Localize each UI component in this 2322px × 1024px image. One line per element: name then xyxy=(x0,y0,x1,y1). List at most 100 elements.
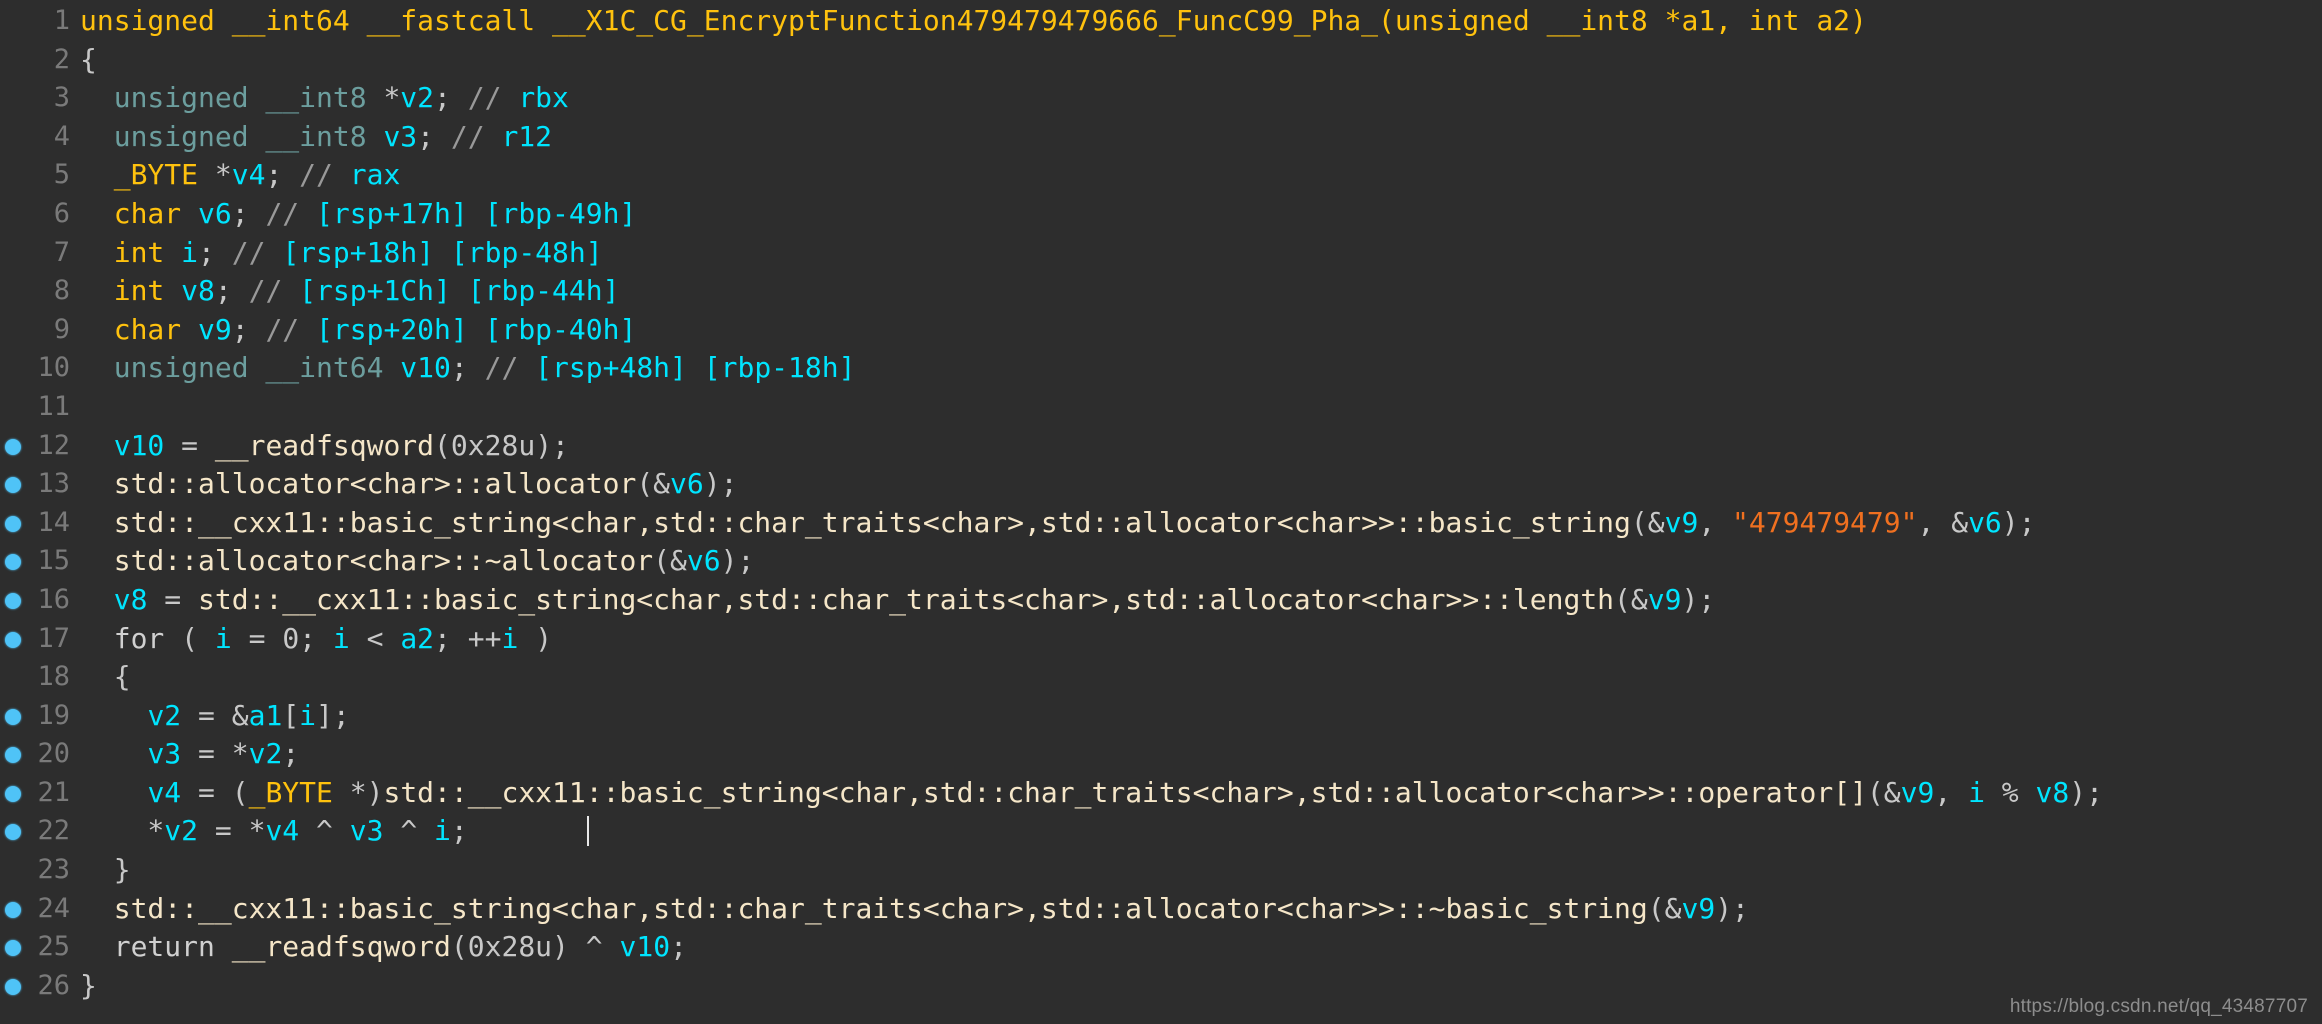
code-line[interactable]: 9 char v9; // [rsp+20h] [rbp-40h] xyxy=(0,311,2322,350)
breakpoint-gutter[interactable] xyxy=(0,735,26,774)
code-line[interactable]: 12 v10 = __readfsqword(0x28u); xyxy=(0,427,2322,466)
code-text[interactable]: std::allocator<char>::~allocator(&v6); xyxy=(70,542,2322,581)
breakpoint-dot-icon[interactable] xyxy=(5,554,21,571)
breakpoint-dot-icon[interactable] xyxy=(5,438,21,455)
code-text[interactable]: _BYTE *v4; // rax xyxy=(70,156,2322,195)
breakpoint-gutter[interactable] xyxy=(0,812,26,851)
breakpoint-gutter[interactable] xyxy=(0,620,26,659)
code-line[interactable]: 21 v4 = (_BYTE *)std::__cxx11::basic_str… xyxy=(0,774,2322,813)
code-line[interactable]: 7 int i; // [rsp+18h] [rbp-48h] xyxy=(0,234,2322,273)
code-text[interactable]: std::__cxx11::basic_string<char,std::cha… xyxy=(70,890,2322,929)
breakpoint-gutter[interactable] xyxy=(0,658,26,697)
code-text[interactable]: std::__cxx11::basic_string<char,std::cha… xyxy=(70,504,2322,543)
code-line[interactable]: 16 v8 = std::__cxx11::basic_string<char,… xyxy=(0,581,2322,620)
code-text[interactable]: } xyxy=(70,967,2322,1006)
breakpoint-dot-icon[interactable] xyxy=(5,785,21,802)
code-line[interactable]: 23 } xyxy=(0,851,2322,890)
code-line[interactable]: 24 std::__cxx11::basic_string<char,std::… xyxy=(0,890,2322,929)
code-line[interactable]: 15 std::allocator<char>::~allocator(&v6)… xyxy=(0,542,2322,581)
breakpoint-gutter[interactable] xyxy=(0,2,26,41)
breakpoint-gutter[interactable] xyxy=(0,234,26,273)
breakpoint-gutter[interactable] xyxy=(0,427,26,466)
breakpoint-gutter[interactable] xyxy=(0,928,26,967)
breakpoint-gutter[interactable] xyxy=(0,272,26,311)
code-line[interactable]: 11 xyxy=(0,388,2322,427)
breakpoint-gutter[interactable] xyxy=(0,79,26,118)
code-text[interactable]: v2 = &a1[i]; xyxy=(70,697,2322,736)
breakpoint-gutter[interactable] xyxy=(0,195,26,234)
line-number: 1 xyxy=(53,5,70,36)
code-text[interactable]: int v8; // [rsp+1Ch] [rbp-44h] xyxy=(70,272,2322,311)
breakpoint-dot-icon[interactable] xyxy=(5,477,21,494)
code-line[interactable]: 25 return __readfsqword(0x28u) ^ v10; xyxy=(0,928,2322,967)
code-token: v8 xyxy=(113,582,148,616)
code-text[interactable]: v3 = *v2; xyxy=(70,735,2322,774)
code-text[interactable]: char v6; // [rsp+17h] [rbp-49h] xyxy=(70,195,2322,234)
code-token: (& xyxy=(1614,582,1648,616)
breakpoint-gutter[interactable] xyxy=(0,890,26,929)
code-line[interactable]: 26} xyxy=(0,967,2322,1006)
code-line[interactable]: 8 int v8; // [rsp+1Ch] [rbp-44h] xyxy=(0,272,2322,311)
code-text[interactable]: for ( i = 0; i < a2; ++i ) xyxy=(70,620,2322,659)
code-line[interactable]: 19 v2 = &a1[i]; xyxy=(0,697,2322,736)
code-text[interactable]: v4 = (_BYTE *)std::__cxx11::basic_string… xyxy=(70,774,2322,813)
pseudocode-editor[interactable]: 1 unsigned __int64 __fastcall __X1C_CG_En… xyxy=(0,0,2322,1024)
code-line[interactable]: 4 unsigned __int8 v3; // r12 xyxy=(0,118,2322,157)
code-text[interactable]: int i; // [rsp+18h] [rbp-48h] xyxy=(70,234,2322,273)
breakpoint-gutter[interactable] xyxy=(0,542,26,581)
breakpoint-gutter[interactable] xyxy=(0,774,26,813)
code-line[interactable]: 3 unsigned __int8 *v2; // rbx xyxy=(0,79,2322,118)
breakpoint-dot-icon[interactable] xyxy=(5,940,21,957)
code-text[interactable]: unsigned __int64 v10; // [rsp+48h] [rbp-… xyxy=(70,349,2322,388)
code-text[interactable]: char v9; // [rsp+20h] [rbp-40h] xyxy=(70,311,2322,350)
code-token: a1 xyxy=(248,698,283,732)
code-line[interactable]: 22 *v2 = *v4 ^ v3 ^ i; xyxy=(0,812,2322,851)
code-lines-container[interactable]: 1 unsigned __int64 __fastcall __X1C_CG_En… xyxy=(0,2,2322,1005)
breakpoint-gutter[interactable] xyxy=(0,581,26,620)
breakpoint-gutter[interactable] xyxy=(0,156,26,195)
breakpoint-dot-icon[interactable] xyxy=(5,515,21,532)
code-text[interactable]: unsigned __int8 *v2; // rbx xyxy=(70,79,2322,118)
breakpoint-gutter[interactable] xyxy=(0,851,26,890)
breakpoint-gutter[interactable] xyxy=(0,697,26,736)
code-text[interactable]: *v2 = *v4 ^ v3 ^ i; xyxy=(70,812,2322,851)
breakpoint-dot-icon[interactable] xyxy=(5,978,21,995)
code-line[interactable]: 5 _BYTE *v4; // rax xyxy=(0,156,2322,195)
code-text[interactable]: { xyxy=(70,658,2322,697)
code-text[interactable]: } xyxy=(70,851,2322,890)
breakpoint-dot-icon[interactable] xyxy=(5,747,21,764)
breakpoint-gutter[interactable] xyxy=(0,118,26,157)
breakpoint-gutter[interactable] xyxy=(0,41,26,80)
breakpoint-gutter[interactable] xyxy=(0,504,26,543)
breakpoint-gutter[interactable] xyxy=(0,967,26,1006)
code-text[interactable]: return __readfsqword(0x28u) ^ v10; xyxy=(70,928,2322,967)
breakpoint-dot-icon[interactable] xyxy=(5,631,21,648)
code-token: = * xyxy=(198,814,266,848)
code-line[interactable]: 1 unsigned __int64 __fastcall __X1C_CG_En… xyxy=(0,2,2322,41)
breakpoint-gutter[interactable] xyxy=(0,388,26,427)
code-line[interactable]: 14 std::__cxx11::basic_string<char,std::… xyxy=(0,504,2322,543)
breakpoint-dot-icon[interactable] xyxy=(5,708,21,725)
code-token: ); xyxy=(703,467,738,501)
breakpoint-gutter[interactable] xyxy=(0,465,26,504)
code-line[interactable]: 6 char v6; // [rsp+17h] [rbp-49h] xyxy=(0,195,2322,234)
breakpoint-gutter[interactable] xyxy=(0,349,26,388)
code-token: ; xyxy=(282,737,300,771)
code-line[interactable]: 10 unsigned __int64 v10; // [rsp+48h] [r… xyxy=(0,349,2322,388)
code-text[interactable]: { xyxy=(70,41,2322,80)
code-text[interactable]: unsigned __int8 v3; // r12 xyxy=(70,118,2322,157)
code-line[interactable]: 17 for ( i = 0; i < a2; ++i ) xyxy=(0,620,2322,659)
code-line[interactable]: 20 v3 = *v2; xyxy=(0,735,2322,774)
breakpoint-dot-icon[interactable] xyxy=(5,824,21,841)
breakpoint-gutter[interactable] xyxy=(0,311,26,350)
code-line[interactable]: 13 std::allocator<char>::allocator(&v6); xyxy=(0,465,2322,504)
breakpoint-dot-icon[interactable] xyxy=(5,901,21,918)
code-token: i xyxy=(332,621,350,655)
code-line[interactable]: 2{ xyxy=(0,41,2322,80)
code-text[interactable]: std::allocator<char>::allocator(&v6); xyxy=(70,465,2322,504)
code-text[interactable]: unsigned __int64 __fastcall __X1C_CG_Enc… xyxy=(70,2,2322,41)
code-text[interactable]: v8 = std::__cxx11::basic_string<char,std… xyxy=(70,581,2322,620)
breakpoint-dot-icon[interactable] xyxy=(5,592,21,609)
code-line[interactable]: 18 { xyxy=(0,658,2322,697)
code-text[interactable]: v10 = __readfsqword(0x28u); xyxy=(70,427,2322,466)
